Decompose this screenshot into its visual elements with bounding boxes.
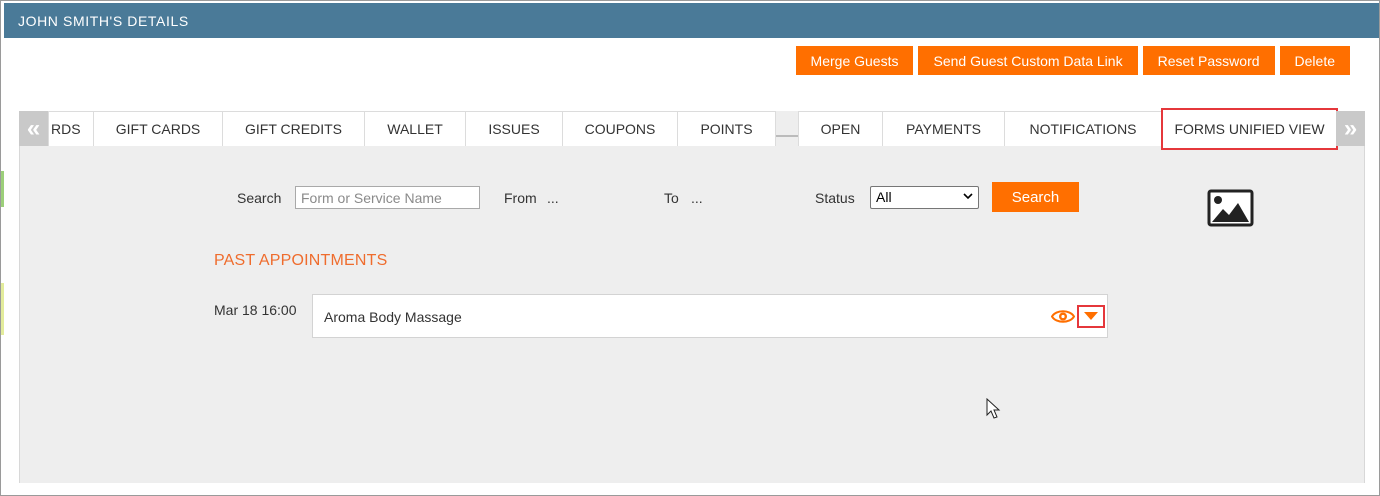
caret-down-icon xyxy=(1084,312,1098,320)
search-button[interactable]: Search xyxy=(992,182,1079,212)
tab-forms-unified-view[interactable]: FORMS UNIFIED VIEW xyxy=(1161,108,1338,150)
past-appointments-title: PAST APPOINTMENTS xyxy=(214,252,388,269)
tab-gift-cards[interactable]: GIFT CARDS xyxy=(93,111,223,146)
tab-payments[interactable]: PAYMENTS xyxy=(882,111,1005,146)
status-select[interactable]: All xyxy=(870,186,979,209)
tab-issues[interactable]: ISSUES xyxy=(465,111,563,146)
chevron-down-icon xyxy=(963,193,973,200)
tabs-scroll-left-icon[interactable]: « xyxy=(19,111,48,146)
status-selected-value: All xyxy=(876,189,892,205)
tab-open[interactable]: OPEN xyxy=(798,111,883,146)
to-date-field[interactable]: ... xyxy=(691,190,703,206)
send-custom-data-link-button[interactable]: Send Guest Custom Data Link xyxy=(918,46,1138,75)
from-date-field[interactable]: ... xyxy=(547,190,559,206)
tab-rds[interactable]: RDS xyxy=(48,111,94,146)
tab-points[interactable]: POINTS xyxy=(677,111,776,146)
appointment-time: Mar 18 16:00 xyxy=(214,302,297,318)
image-icon[interactable] xyxy=(1207,189,1254,227)
tab-notifications[interactable]: NOTIFICATIONS xyxy=(1004,111,1162,146)
expand-dropdown-button[interactable] xyxy=(1077,305,1105,328)
status-label: Status xyxy=(815,190,855,206)
appointment-service-name: Aroma Body Massage xyxy=(324,309,462,325)
background-edge-mark xyxy=(1,171,4,207)
tab-gift-credits[interactable]: GIFT CREDITS xyxy=(222,111,365,146)
tab-divider xyxy=(776,135,798,137)
mouse-cursor-icon xyxy=(986,398,1001,419)
window-title: JOHN SMITH'S DETAILS xyxy=(4,3,1379,38)
guest-details-window: JOHN SMITH'S DETAILS Merge Guests Send G… xyxy=(0,0,1380,496)
appointment-row[interactable]: Aroma Body Massage xyxy=(312,294,1108,338)
tab-coupons[interactable]: COUPONS xyxy=(562,111,678,146)
eye-icon[interactable] xyxy=(1051,308,1075,325)
merge-guests-button[interactable]: Merge Guests xyxy=(795,46,914,75)
reset-password-button[interactable]: Reset Password xyxy=(1142,46,1275,75)
tab-wallet[interactable]: WALLET xyxy=(364,111,466,146)
background-edge-mark xyxy=(1,283,4,335)
from-label: From xyxy=(504,190,537,206)
search-input[interactable] xyxy=(295,186,480,209)
to-label: To xyxy=(664,190,679,206)
action-buttons: Merge Guests Send Guest Custom Data Link… xyxy=(795,46,1350,75)
search-label: Search xyxy=(237,190,282,206)
tabs-scroll-right-icon[interactable]: » xyxy=(1336,111,1365,146)
delete-button[interactable]: Delete xyxy=(1279,46,1350,75)
tab-bar: « RDS GIFT CARDS GIFT CREDITS WALLET ISS… xyxy=(19,108,1365,150)
